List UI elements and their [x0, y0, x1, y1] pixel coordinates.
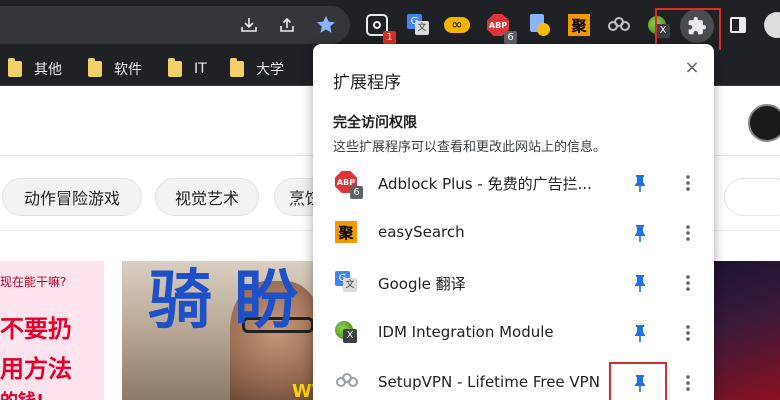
bookmark-label: 软件 — [114, 62, 142, 78]
share-icon[interactable] — [274, 12, 300, 38]
more-options-icon[interactable] — [678, 221, 698, 245]
video-thumbnail[interactable]: 现在能干嘛? 不要扔 用方法 的钱! — [0, 261, 104, 400]
infinity-icon[interactable]: ∞ — [444, 12, 470, 38]
google-translate-icon[interactable]: G 文 — [405, 12, 431, 38]
bookmark-folder[interactable]: 其他 — [8, 58, 62, 79]
pin-icon[interactable] — [629, 171, 651, 195]
idm-icon: X — [335, 321, 359, 345]
folder-icon — [88, 58, 102, 77]
close-icon[interactable]: × — [681, 56, 703, 78]
google-translate-icon: G 文 — [335, 271, 359, 295]
bookmark-folder[interactable]: 软件 — [88, 58, 142, 79]
download-icon[interactable] — [236, 12, 262, 38]
easysearch-icon: 聚 — [335, 221, 359, 245]
bookmark-star-icon[interactable] — [313, 12, 339, 38]
extension-name: SetupVPN - Lifetime Free VPN — [378, 373, 600, 391]
pin-icon[interactable] — [629, 221, 651, 245]
chip-label: 视觉艺术 — [174, 189, 239, 208]
section-description: 这些扩展程序可以查看和更改此网站上的信息。 — [333, 140, 607, 155]
bookmark-folder[interactable]: IT — [168, 58, 207, 79]
ext-dark-icon[interactable]: 1 — [364, 12, 396, 44]
thumbnail-text: 的钱! — [0, 387, 44, 400]
more-options-icon[interactable] — [678, 321, 698, 345]
thumbnail-text: 现在能干嘛? — [0, 275, 67, 289]
extension-name: easySearch — [378, 223, 465, 241]
adblock-plus-icon: ABP 6 — [335, 171, 363, 199]
bookmark-label: 其他 — [34, 62, 62, 78]
extensions-menu: 扩展程序 × 完全访问权限 这些扩展程序可以查看和更改此网站上的信息。 ABP … — [313, 44, 714, 400]
more-options-icon[interactable] — [678, 271, 698, 295]
side-panel-icon[interactable] — [725, 12, 751, 38]
setupvpn-icon — [335, 371, 359, 395]
extension-name: Adblock Plus - 免费的广告拦... — [378, 175, 592, 193]
easysearch-icon[interactable]: 聚 — [566, 12, 592, 38]
bookmark-label: IT — [194, 61, 207, 77]
extension-name: Google 翻译 — [378, 275, 466, 293]
video-thumbnail[interactable]: 骑 盼 WT — [122, 261, 322, 400]
extension-row[interactable]: 聚 easySearch — [313, 208, 714, 258]
pin-icon[interactable] — [629, 321, 651, 345]
extension-name: IDM Integration Module — [378, 323, 554, 341]
download-helper-icon[interactable] — [526, 12, 552, 38]
folder-icon — [168, 58, 182, 77]
category-chip[interactable]: 视觉艺术 — [155, 178, 259, 216]
category-chip[interactable]: 动作冒险游戏 — [2, 178, 142, 216]
extension-row[interactable]: X IDM Integration Module — [313, 308, 714, 358]
popup-title: 扩展程序 — [333, 73, 401, 93]
thumbnail-title: 骑 盼 — [148, 263, 299, 338]
thumbnail-text: 用方法 — [0, 355, 72, 383]
badge-count: 1 — [383, 31, 396, 44]
section-title: 完全访问权限 — [333, 115, 417, 131]
setupvpn-icon[interactable] — [606, 12, 632, 38]
chip-label: 动作冒险游戏 — [23, 189, 120, 208]
adblock-plus-icon[interactable]: ABP 6 — [485, 12, 517, 44]
more-options-icon[interactable] — [678, 171, 698, 195]
folder-icon — [8, 58, 22, 77]
folder-icon — [230, 58, 244, 77]
pin-icon[interactable] — [629, 271, 651, 295]
badge-count: 6 — [350, 186, 363, 199]
chip-scroll-button[interactable] — [724, 178, 780, 216]
bookmark-folder[interactable]: 大学 — [230, 58, 284, 79]
more-options-icon[interactable] — [678, 371, 698, 395]
browser-toolbar: 1 G 文 ∞ ABP 6 聚 X — [0, 0, 780, 56]
highlight-box — [609, 362, 667, 400]
extension-row[interactable]: G 文 Google 翻译 — [313, 258, 714, 308]
badge-count: 6 — [504, 31, 517, 44]
bookmark-label: 大学 — [256, 62, 284, 78]
user-avatar[interactable] — [748, 104, 780, 142]
profile-avatar[interactable] — [764, 12, 780, 38]
close-glyph: × — [684, 56, 700, 78]
extension-row[interactable]: ABP 6 Adblock Plus - 免费的广告拦... — [313, 158, 714, 208]
thumbnail-text: 不要扔 — [0, 315, 72, 343]
